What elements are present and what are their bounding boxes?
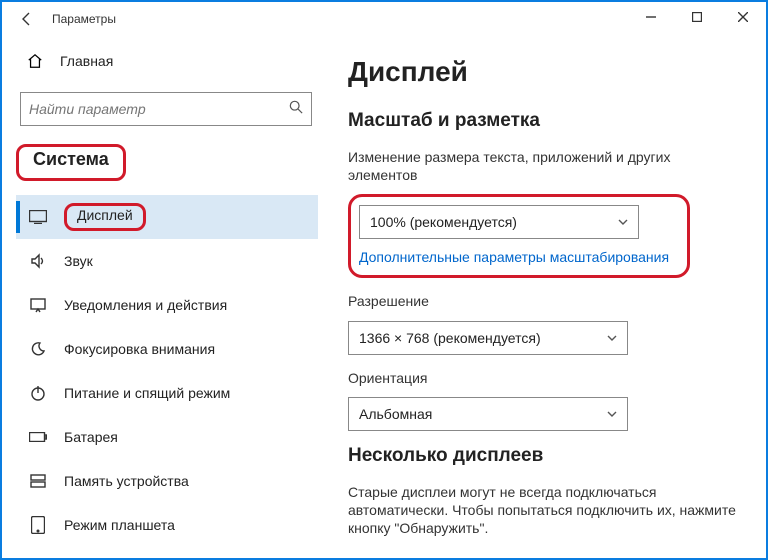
resolution-dropdown[interactable]: 1366 × 768 (рекомендуется) bbox=[348, 321, 628, 355]
search-field[interactable] bbox=[29, 101, 289, 117]
scale-description: Изменение размера текста, приложений и д… bbox=[348, 148, 738, 184]
nav-item-sound[interactable]: Звук bbox=[16, 239, 318, 283]
nav-item-focus[interactable]: Фокусировка внимания bbox=[16, 327, 318, 371]
titlebar: Параметры bbox=[2, 2, 766, 36]
nav-item-battery[interactable]: Батарея bbox=[16, 415, 318, 459]
nav-item-storage[interactable]: Память устройства bbox=[16, 459, 318, 503]
sound-icon bbox=[28, 253, 48, 269]
nav-label: Звук bbox=[64, 253, 93, 269]
section-multi: Несколько дисплеев bbox=[348, 445, 738, 467]
search-icon bbox=[289, 100, 303, 119]
storage-icon bbox=[28, 473, 48, 489]
search-input[interactable] bbox=[20, 92, 312, 126]
close-button[interactable] bbox=[720, 2, 766, 32]
scale-value: 100% (рекомендуется) bbox=[370, 214, 517, 230]
back-button[interactable] bbox=[12, 4, 42, 34]
orientation-label: Ориентация bbox=[348, 369, 738, 387]
power-icon bbox=[28, 385, 48, 401]
nav-item-display[interactable]: Дисплей bbox=[16, 195, 318, 239]
main-content: Дисплей Масштаб и разметка Изменение раз… bbox=[332, 36, 766, 558]
nav-label: Фокусировка внимания bbox=[64, 341, 215, 357]
orientation-dropdown[interactable]: Альбомная bbox=[348, 397, 628, 431]
category-header: Система bbox=[16, 144, 318, 181]
multi-description: Старые дисплеи могут не всегда подключат… bbox=[348, 483, 738, 538]
chevron-down-icon bbox=[618, 216, 628, 228]
window-controls bbox=[628, 2, 766, 32]
notifications-icon bbox=[28, 297, 48, 313]
minimize-button[interactable] bbox=[628, 2, 674, 32]
nav-item-tablet[interactable]: Режим планшета bbox=[16, 503, 318, 547]
nav-item-notifications[interactable]: Уведомления и действия bbox=[16, 283, 318, 327]
nav-list: Дисплей Звук Уведомления и действия Фоку… bbox=[16, 195, 318, 547]
section-scale: Масштаб и разметка bbox=[348, 110, 738, 132]
home-icon bbox=[26, 53, 44, 69]
nav-label: Батарея bbox=[64, 429, 118, 445]
nav-label: Питание и спящий режим bbox=[64, 385, 230, 401]
home-link[interactable]: Главная bbox=[16, 42, 318, 80]
resolution-label: Разрешение bbox=[348, 292, 738, 310]
scale-highlight: 100% (рекомендуется) Дополнительные пара… bbox=[348, 194, 690, 278]
nav-label: Память устройства bbox=[64, 473, 189, 489]
advanced-scaling-link[interactable]: Дополнительные параметры масштабирования bbox=[359, 249, 669, 265]
battery-icon bbox=[28, 432, 48, 442]
nav-label: Режим планшета bbox=[64, 517, 175, 533]
maximize-button[interactable] bbox=[674, 2, 720, 32]
orientation-value: Альбомная bbox=[359, 406, 432, 422]
sidebar: Главная Система Дисплей Звук Уведомления… bbox=[2, 36, 332, 558]
display-icon bbox=[28, 210, 48, 224]
nav-label: Уведомления и действия bbox=[64, 297, 227, 313]
page-title: Дисплей bbox=[348, 56, 738, 88]
window-title: Параметры bbox=[52, 12, 116, 26]
home-label: Главная bbox=[60, 53, 113, 69]
tablet-icon bbox=[28, 516, 48, 534]
focus-icon bbox=[28, 341, 48, 357]
chevron-down-icon bbox=[607, 332, 617, 344]
chevron-down-icon bbox=[607, 408, 617, 420]
category-label: Система bbox=[27, 149, 115, 174]
nav-item-power[interactable]: Питание и спящий режим bbox=[16, 371, 318, 415]
scale-dropdown[interactable]: 100% (рекомендуется) bbox=[359, 205, 639, 239]
nav-label: Дисплей bbox=[77, 207, 133, 223]
resolution-value: 1366 × 768 (рекомендуется) bbox=[359, 330, 541, 346]
